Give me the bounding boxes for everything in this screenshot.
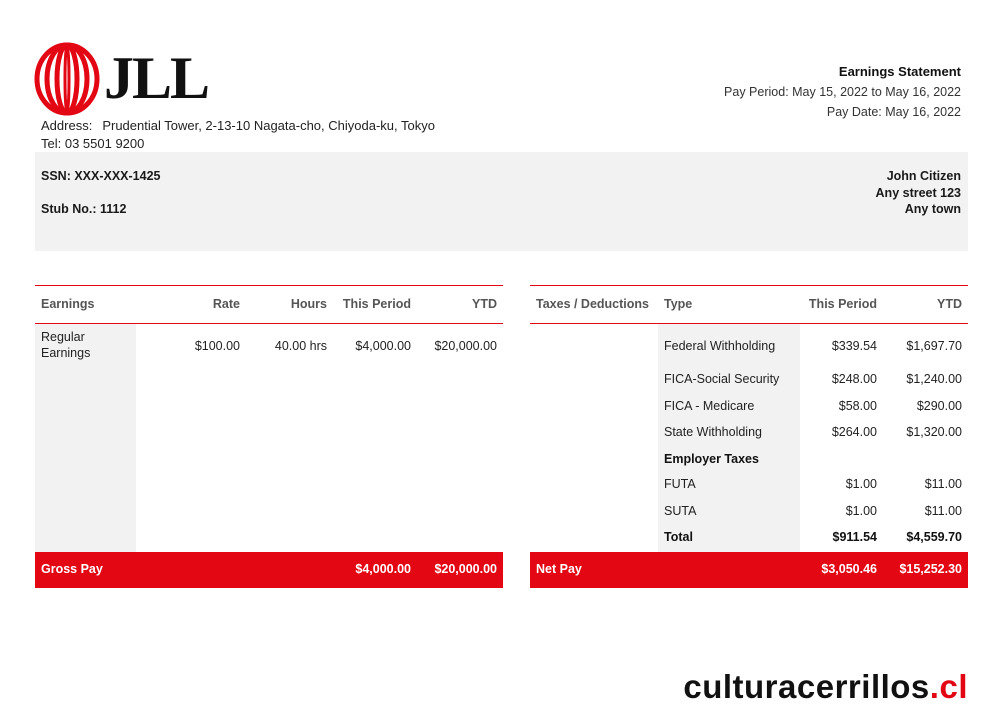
- net-pay-bar: Net Pay $3,050.46 $15,252.30: [530, 552, 968, 588]
- tax-this-period: $248.00: [831, 372, 877, 386]
- net-pay-ytd: $15,252.30: [899, 562, 962, 576]
- taxes-header-this-period: This Period: [808, 297, 877, 311]
- watermark-tld: cl: [939, 668, 968, 705]
- earnings-body: Regular Earnings $100.00 40.00 hrs $4,00…: [35, 324, 503, 552]
- tax-ytd: $1,320.00: [906, 425, 962, 439]
- statement-title: Earnings Statement: [838, 64, 961, 79]
- gross-pay-ytd: $20,000.00: [434, 562, 497, 576]
- earnings-row-label: Regular Earnings: [41, 329, 90, 361]
- pay-period: Pay Period: May 15, 2022 to May 16, 2022: [724, 85, 961, 99]
- earnings-header-rate: Rate: [212, 297, 240, 311]
- earnings-header-ytd: YTD: [472, 297, 497, 311]
- earnings-label-line2: Earnings: [41, 346, 91, 360]
- jll-ring-icon: [34, 42, 100, 116]
- earnings-hours: 40.00 hrs: [274, 339, 327, 353]
- tax-this-period: $1.00: [845, 477, 877, 491]
- tax-ytd: $1,697.70: [906, 339, 962, 353]
- tax-total-label: Total: [664, 530, 693, 544]
- tax-ytd: $11.00: [924, 504, 962, 518]
- tax-total-ytd: $4,559.70: [906, 530, 962, 544]
- employee-address: John Citizen Any street 123 Any town: [876, 168, 961, 218]
- earnings-header-label: Earnings: [41, 297, 95, 311]
- statement-header: Earnings Statement Pay Period: May 15, 2…: [724, 62, 961, 122]
- stub-number: Stub No.: 1112: [41, 202, 127, 216]
- tax-this-period: $58.00: [838, 399, 877, 413]
- earnings-header-this-period: This Period: [342, 297, 411, 311]
- address-value: Prudential Tower, 2-13-10 Nagata-cho, Ch…: [102, 118, 435, 133]
- earnings-label-line1: Regular: [41, 330, 85, 344]
- tax-type: FICA-Social Security: [664, 372, 780, 386]
- earnings-header-hours: Hours: [290, 297, 327, 311]
- earnings-this-period: $4,000.00: [355, 339, 411, 353]
- employee-town: Any town: [904, 202, 961, 216]
- gross-pay-label: Gross Pay: [41, 562, 103, 576]
- logo-text: JLL: [104, 45, 210, 111]
- tax-this-period: $339.54: [831, 339, 877, 353]
- telephone: Tel: 03 5501 9200: [41, 136, 145, 151]
- employee-info-box: SSN: XXX-XXX-1425 Stub No.: 1112 John Ci…: [35, 152, 968, 251]
- tax-ytd: $290.00: [916, 399, 962, 413]
- taxes-header-type: Type: [664, 297, 693, 311]
- ssn: SSN: XXX-XXX-1425: [41, 169, 161, 183]
- tax-this-period: $264.00: [831, 425, 877, 439]
- watermark-text: culturacerrillos: [683, 668, 930, 705]
- net-pay-this-period: $3,050.46: [821, 562, 877, 576]
- tax-type: State Withholding: [664, 425, 762, 439]
- net-pay-label: Net Pay: [536, 562, 582, 576]
- tax-type: FUTA: [664, 477, 696, 491]
- earnings-header-row: Earnings Rate Hours This Period YTD: [35, 286, 503, 324]
- company-logo: JLL: [34, 42, 210, 116]
- taxes-header-label: Taxes / Deductions: [536, 297, 649, 311]
- earnings-rate: $100.00: [194, 339, 240, 353]
- taxes-header-ytd: YTD: [937, 297, 962, 311]
- tax-ytd: $11.00: [924, 477, 962, 491]
- earnings-ytd: $20,000.00: [434, 339, 497, 353]
- taxes-body: Federal Withholding $339.54 $1,697.70 FI…: [530, 324, 968, 552]
- tax-type: SUTA: [664, 504, 697, 518]
- taxes-header-row: Taxes / Deductions Type This Period YTD: [530, 286, 968, 324]
- address-line: Address: Prudential Tower, 2-13-10 Nagata…: [41, 117, 435, 135]
- taxes-table: Taxes / Deductions Type This Period YTD …: [530, 285, 968, 588]
- tax-type: Federal Withholding: [664, 339, 776, 353]
- employee-street: Any street 123: [875, 185, 961, 200]
- employer-taxes-heading: Employer Taxes: [664, 452, 759, 466]
- tax-total-this-period: $911.54: [832, 530, 878, 544]
- tax-type: FICA - Medicare: [664, 399, 755, 413]
- address-label: Address:: [41, 118, 93, 133]
- gross-pay-this-period: $4,000.00: [355, 562, 411, 576]
- gross-pay-bar: Gross Pay $4,000.00 $20,000.00: [35, 552, 503, 588]
- company-address-block: Address: Prudential Tower, 2-13-10 Nagata…: [41, 117, 435, 153]
- earnings-table: Earnings Rate Hours This Period YTD Regu…: [35, 285, 503, 588]
- tax-ytd: $1,240.00: [906, 372, 962, 386]
- pay-date: Pay Date: May 16, 2022: [826, 105, 961, 119]
- employee-ids: SSN: XXX-XXX-1425 Stub No.: 1112: [41, 168, 161, 217]
- employee-name: John Citizen: [886, 169, 961, 183]
- watermark: culturacerrillos.cl: [683, 668, 968, 706]
- tax-this-period: $1.00: [845, 504, 877, 518]
